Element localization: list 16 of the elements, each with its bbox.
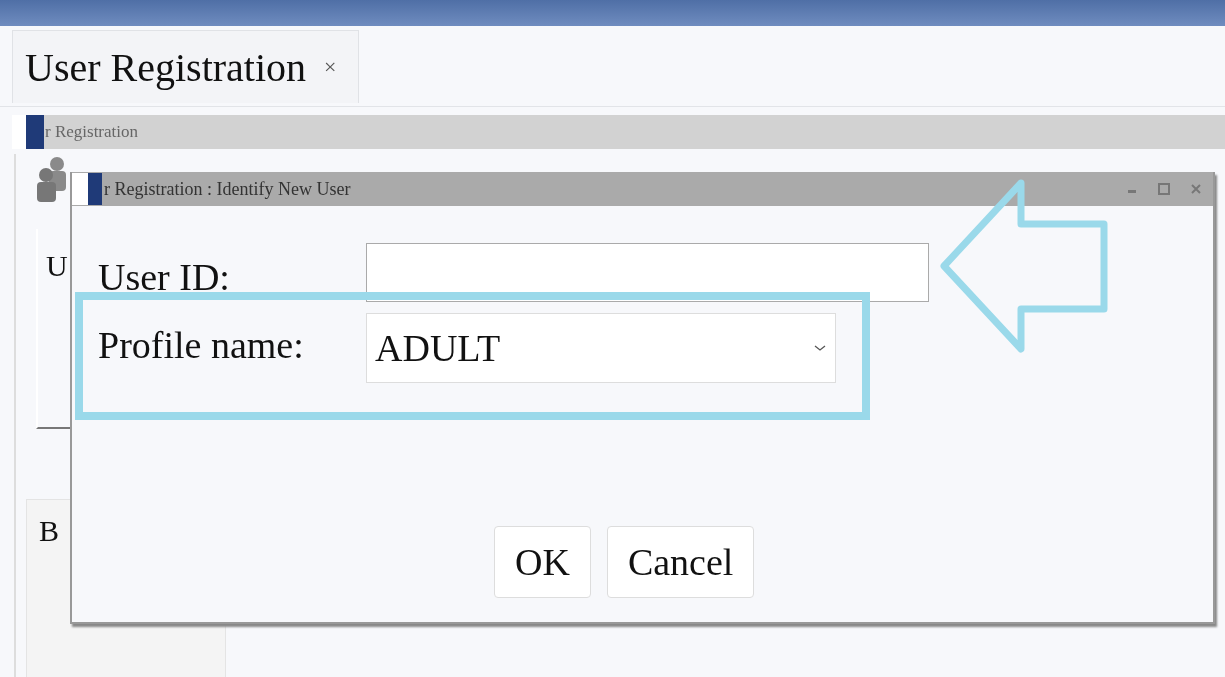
dialog-title: r Registration : Identify New User — [104, 178, 352, 200]
cancel-button[interactable]: Cancel — [606, 526, 755, 598]
section-title: r Registration — [45, 122, 138, 142]
field-label: User ID: — [98, 255, 231, 299]
close-icon[interactable] — [1189, 182, 1203, 196]
window-icon — [12, 115, 44, 149]
field-label: Profile name: — [98, 323, 305, 367]
panel-label: B — [39, 514, 59, 547]
tab-title: User Registration — [25, 43, 307, 91]
chevron-down-icon — [813, 343, 827, 353]
ok-button[interactable]: OK — [494, 526, 591, 598]
document-tab[interactable]: User Registration × — [12, 30, 360, 103]
tab-close-button[interactable]: × — [324, 54, 337, 80]
maximize-icon[interactable] — [1157, 182, 1171, 196]
panel-label: U — [46, 249, 68, 282]
profile-dropdown[interactable]: ADULT — [366, 313, 836, 383]
